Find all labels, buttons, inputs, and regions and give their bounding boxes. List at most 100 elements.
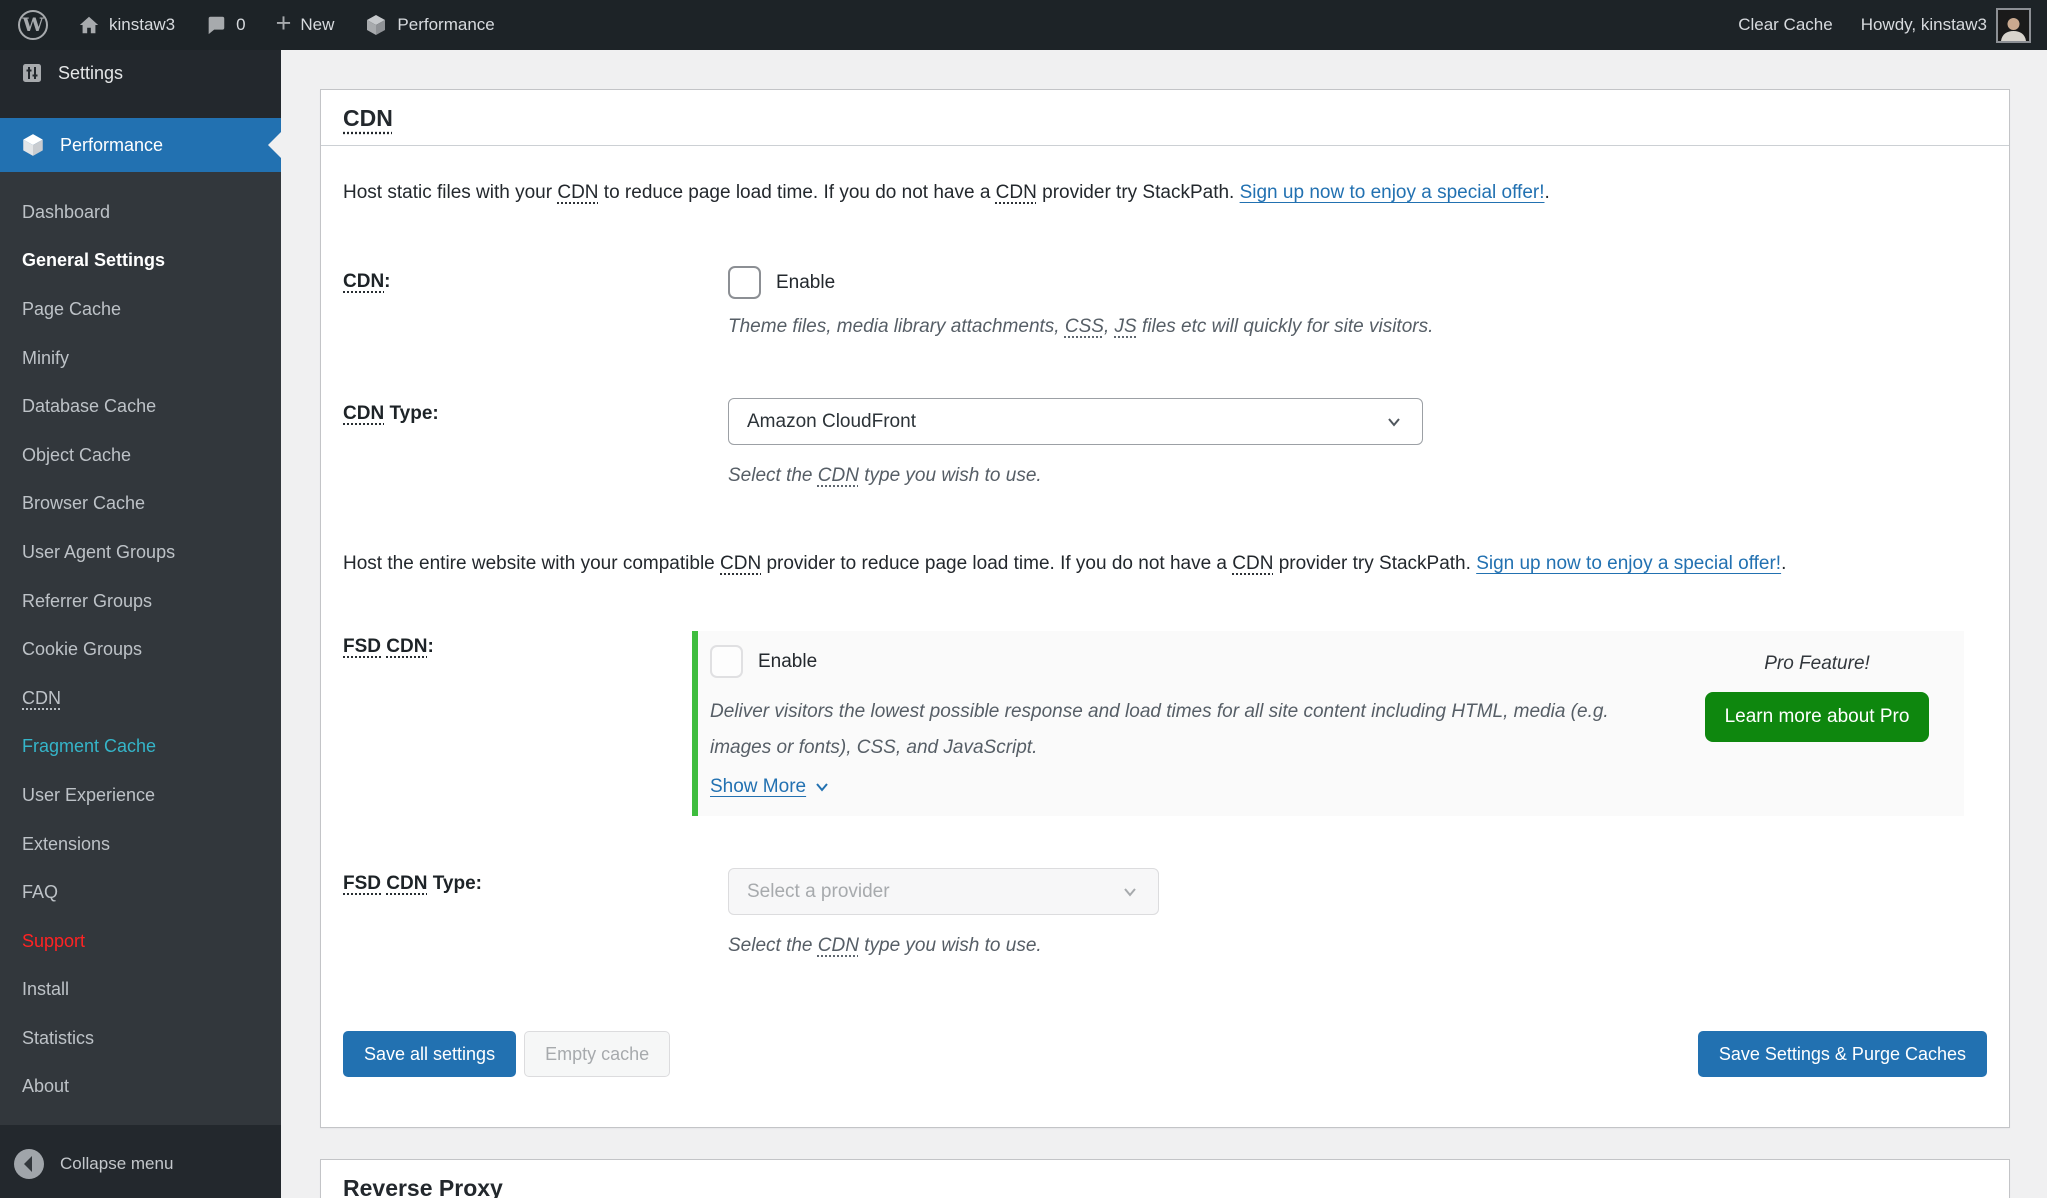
comments-count: 0	[236, 15, 245, 35]
sidebar-item-general-settings[interactable]: General Settings	[0, 237, 281, 286]
sidebar-item-statistics[interactable]: Statistics	[0, 1014, 281, 1063]
show-more-label: Show More	[710, 776, 806, 798]
new-content-link[interactable]: + New	[276, 13, 335, 37]
sidebar-item-minify[interactable]: Minify	[0, 334, 281, 383]
fsd-cdn-row: FSD CDN: Enable Deliver visitors the low…	[343, 631, 1987, 816]
cdn-acronym: CDN	[343, 271, 384, 292]
new-label: New	[300, 15, 334, 35]
cdn-acronym: CDN	[818, 465, 859, 486]
cdn-title-text: CDN	[343, 105, 393, 131]
label-colon: :	[384, 271, 390, 292]
howdy-account-link[interactable]: Howdy, kinstaw3	[1861, 8, 2031, 43]
admin-bar-left: W kinstaw3 0 + New Performance	[0, 10, 495, 40]
active-menu-arrow	[268, 132, 281, 158]
admin-bar-right: Clear Cache Howdy, kinstaw3	[1738, 8, 2047, 43]
save-all-settings-button[interactable]: Save all settings	[343, 1031, 516, 1077]
cdn-enable-control[interactable]: Enable	[728, 266, 1987, 299]
sidebar-item-user-experience[interactable]: User Experience	[0, 771, 281, 820]
cdn-acronym: CDN	[343, 403, 384, 424]
sidebar-item-object-cache[interactable]: Object Cache	[0, 431, 281, 480]
fsd-enable-control: Enable	[710, 645, 1662, 678]
fsd-cdn-type-label: FSD CDN Type:	[343, 868, 728, 961]
sidebar-item-extensions[interactable]: Extensions	[0, 820, 281, 869]
sidebar-item-referrer-groups[interactable]: Referrer Groups	[0, 577, 281, 626]
comments-link[interactable]: 0	[205, 14, 245, 36]
cdn-type-selected-value: Amazon CloudFront	[747, 411, 916, 433]
save-settings-purge-caches-button[interactable]: Save Settings & Purge Caches	[1698, 1031, 1987, 1077]
cdn-acronym: CDN	[818, 935, 859, 956]
sidebar-item-dashboard[interactable]: Dashboard	[0, 188, 281, 237]
sidebar-item-install[interactable]: Install	[0, 966, 281, 1015]
sidebar-item-faq[interactable]: FAQ	[0, 868, 281, 917]
cdn-row-label: CDN:	[343, 266, 728, 342]
adminbar-performance-label: Performance	[397, 15, 494, 35]
sidebar-item-fragment-cache[interactable]: Fragment Cache	[0, 723, 281, 772]
chevron-down-icon	[1384, 412, 1404, 432]
signup-offer-link[interactable]: Sign up now to enjoy a special offer!	[1240, 182, 1545, 203]
cdn-enable-checkbox[interactable]	[728, 266, 761, 299]
cdn-panel-title: CDN	[321, 90, 2009, 146]
settings-icon	[20, 61, 44, 85]
js-acronym: JS	[1115, 316, 1137, 337]
howdy-label: Howdy, kinstaw3	[1861, 15, 1987, 35]
cdn-panel: CDN Host static files with your CDN to r…	[320, 89, 2010, 1128]
fsd-acronym: FSD	[343, 873, 381, 894]
pro-feature-text: Pro Feature!	[1764, 653, 1870, 675]
sidebar-cdn-label: CDN	[22, 688, 61, 709]
sidebar-item-user-agent-groups[interactable]: User Agent Groups	[0, 528, 281, 577]
intro-text: Host the entire website with your compat…	[343, 553, 720, 574]
intro-text: .	[1545, 182, 1550, 203]
site-name: kinstaw3	[109, 15, 175, 35]
desc-text: type you wish to use.	[859, 465, 1042, 486]
empty-cache-button[interactable]: Empty cache	[524, 1031, 670, 1077]
sidebar-item-performance[interactable]: Performance	[0, 118, 281, 172]
main-content: CDN Host static files with your CDN to r…	[281, 50, 2047, 1198]
fsd-description: Deliver visitors the lowest possible res…	[710, 694, 1660, 766]
cdn-acronym: CDN	[996, 182, 1037, 203]
desc-text: Select the	[728, 465, 818, 486]
adminbar-performance-link[interactable]: Performance	[364, 13, 494, 37]
avatar	[1996, 8, 2031, 43]
collapse-icon	[14, 1149, 44, 1179]
sidebar-item-page-cache[interactable]: Page Cache	[0, 285, 281, 334]
sidebar-item-database-cache[interactable]: Database Cache	[0, 382, 281, 431]
cdn-type-label: CDN Type:	[343, 398, 728, 491]
sidebar-item-about[interactable]: About	[0, 1063, 281, 1112]
sidebar: Settings Performance Dashboard General S…	[0, 50, 281, 1198]
show-more-link[interactable]: Show More	[710, 776, 832, 798]
w3tc-cube-icon	[364, 13, 388, 37]
desc-text: Theme files, media library attachments,	[728, 316, 1065, 337]
admin-bar: W kinstaw3 0 + New Performance Clear Cac…	[0, 0, 2047, 50]
fsd-enable-label: Enable	[758, 651, 817, 673]
wordpress-logo-icon[interactable]: W	[18, 10, 48, 40]
collapse-menu-button[interactable]: Collapse menu	[0, 1139, 281, 1189]
learn-more-pro-button[interactable]: Learn more about Pro	[1705, 692, 1930, 742]
fsd-pro-box: Enable Deliver visitors the lowest possi…	[692, 631, 1964, 816]
cdn-acronym: CDN	[386, 636, 427, 657]
signup-offer-link[interactable]: Sign up now to enjoy a special offer!	[1476, 553, 1781, 574]
fsd-cdn-field: Enable Deliver visitors the lowest possi…	[710, 631, 1987, 816]
collapse-menu-label: Collapse menu	[60, 1154, 173, 1174]
sidebar-item-settings[interactable]: Settings	[0, 50, 281, 96]
comments-icon	[205, 14, 227, 36]
site-home-link[interactable]: kinstaw3	[78, 14, 175, 36]
sidebar-item-cookie-groups[interactable]: Cookie Groups	[0, 625, 281, 674]
performance-submenu: Dashboard General Settings Page Cache Mi…	[0, 172, 281, 1125]
cdn-enable-label: Enable	[776, 272, 835, 294]
cdn-enable-row: CDN: Enable Theme files, media library a…	[343, 266, 1987, 342]
sidebar-item-cdn[interactable]: CDN	[0, 674, 281, 723]
sidebar-performance-label: Performance	[60, 135, 163, 156]
reverse-proxy-title: Reverse Proxy	[321, 1160, 2009, 1198]
fsd-pro-box-left: Enable Deliver visitors the lowest possi…	[710, 645, 1692, 798]
sidebar-item-browser-cache[interactable]: Browser Cache	[0, 480, 281, 529]
w3tc-cube-icon	[20, 132, 46, 158]
fsd-type-description: Select the CDN type you wish to use.	[728, 931, 1987, 961]
reverse-proxy-title-text: Reverse Proxy	[343, 1175, 503, 1198]
sidebar-item-support[interactable]: Support	[0, 917, 281, 966]
clear-cache-link[interactable]: Clear Cache	[1738, 15, 1833, 35]
intro-text: provider try StackPath.	[1037, 182, 1240, 203]
fsd-cdn-label: FSD CDN:	[343, 631, 710, 816]
sidebar-settings-label: Settings	[58, 63, 123, 84]
cdn-type-select[interactable]: Amazon CloudFront	[728, 398, 1423, 445]
cdn-acronym: CDN	[557, 182, 598, 203]
